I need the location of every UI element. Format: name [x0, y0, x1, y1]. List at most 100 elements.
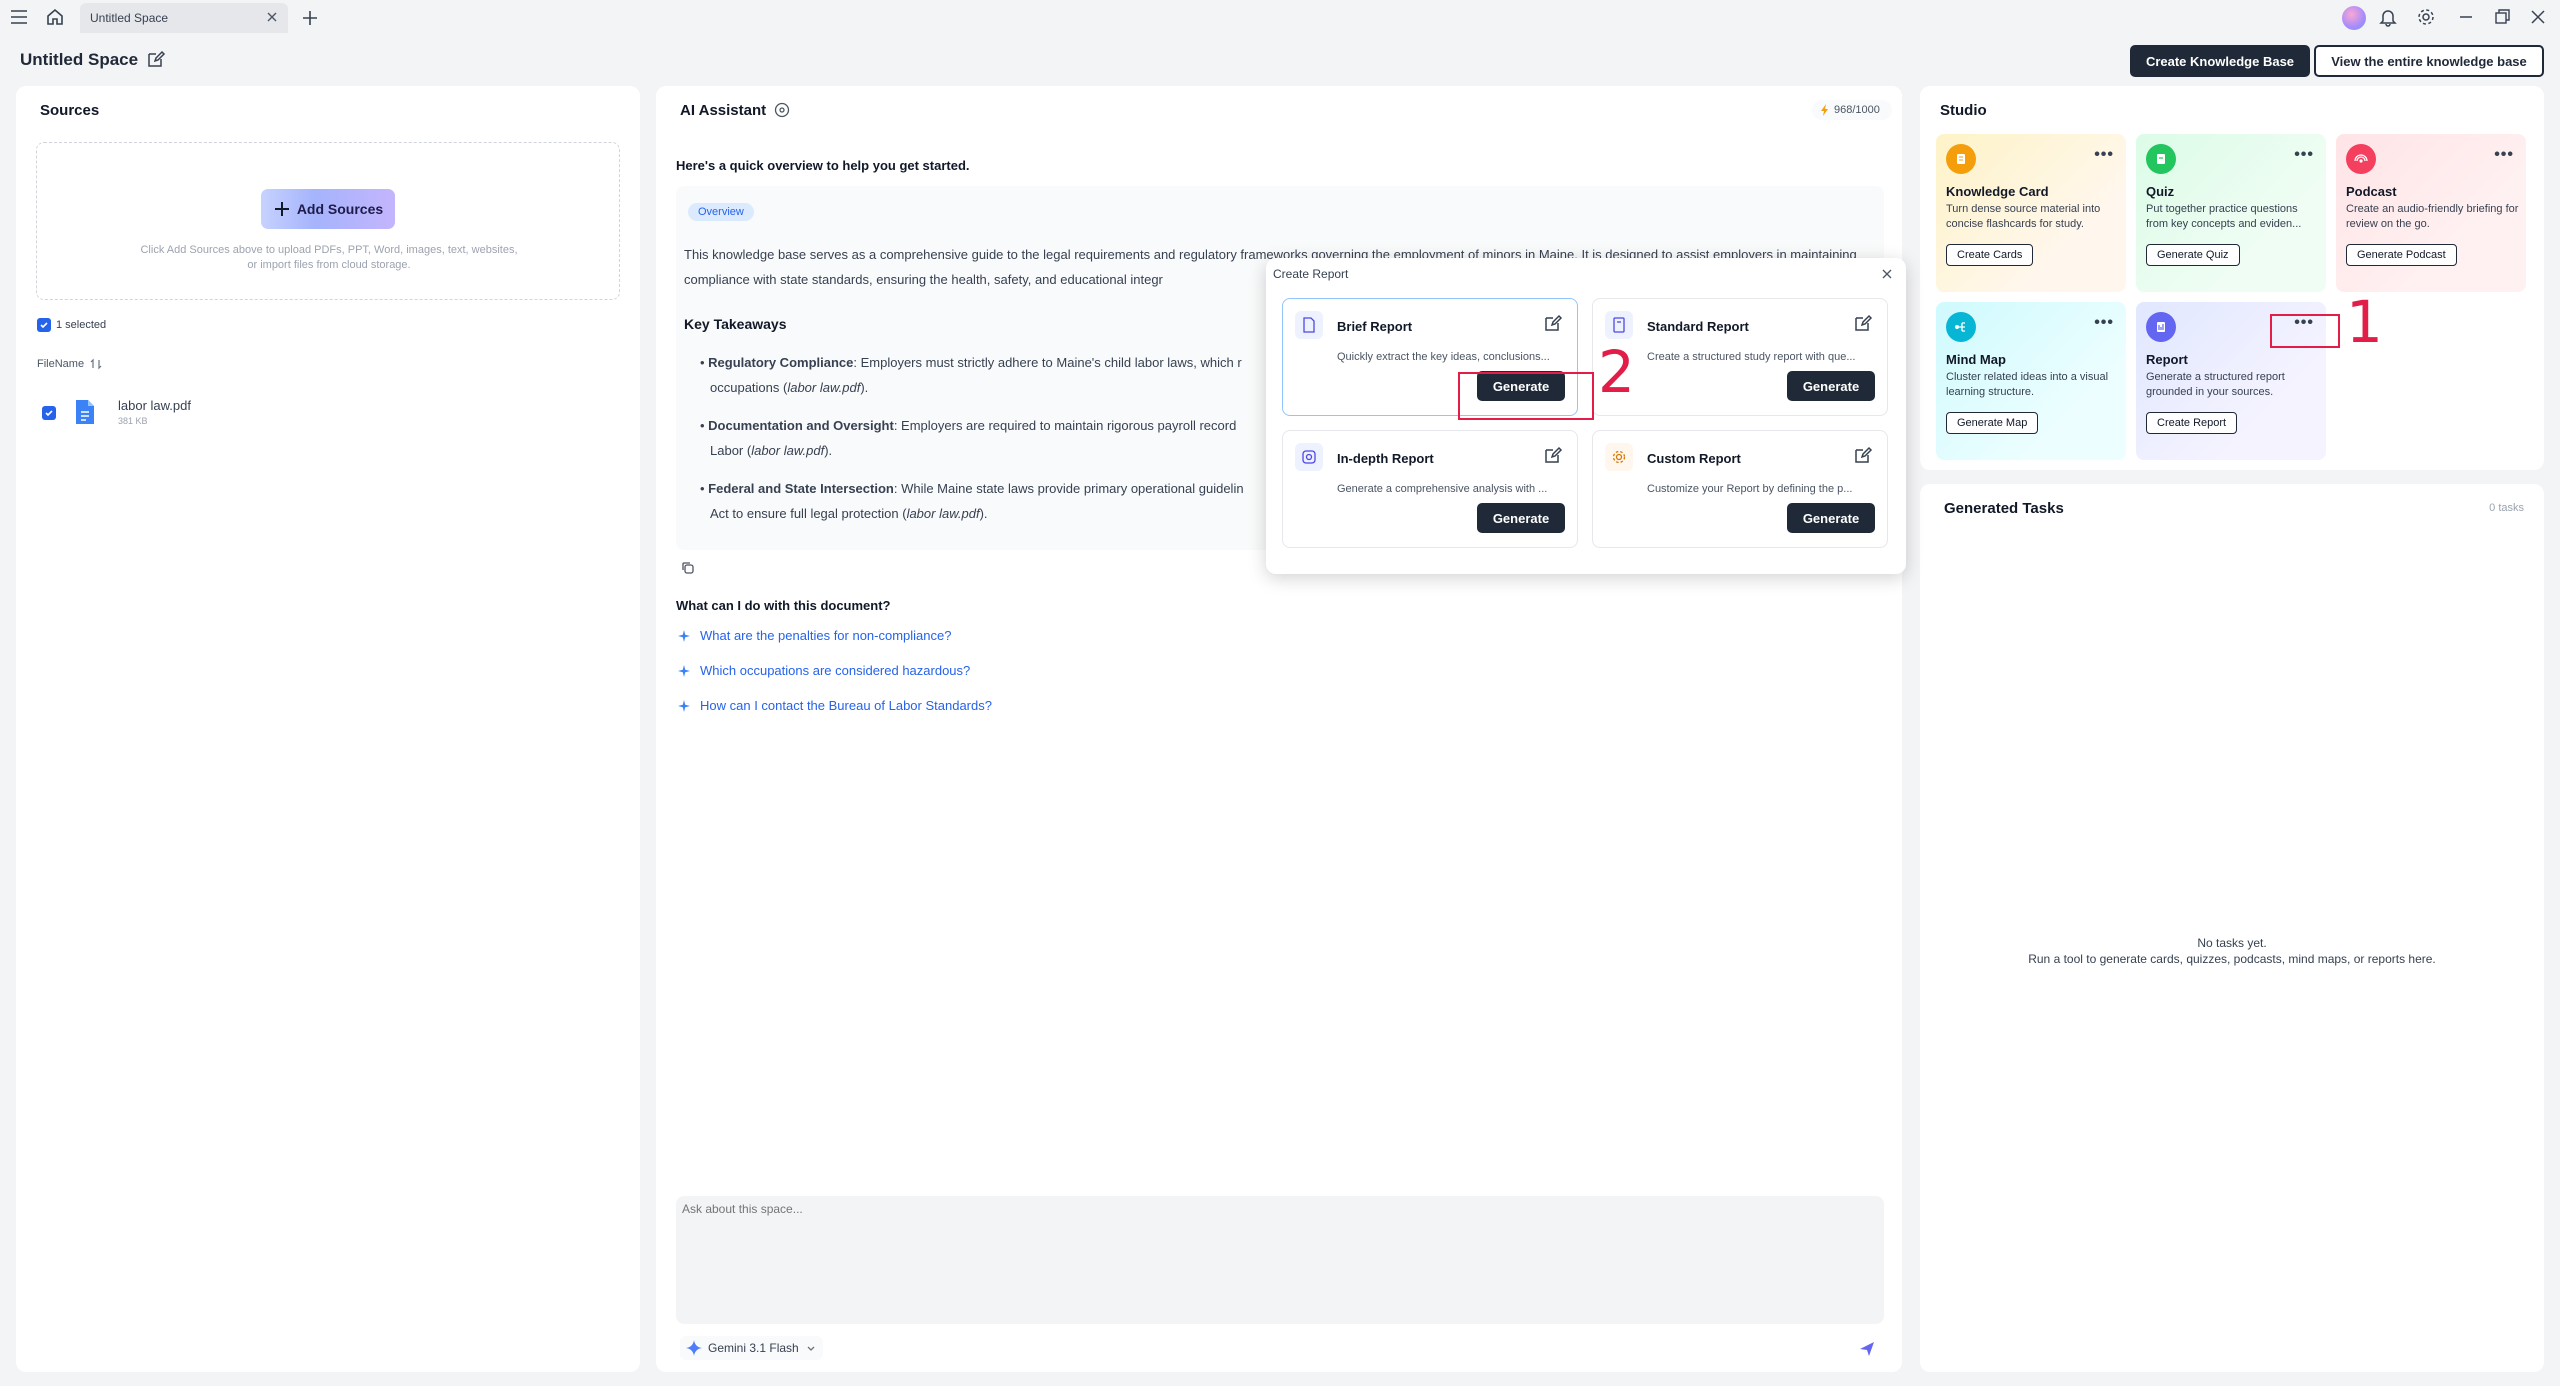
takeaway-line: occupations (	[710, 380, 788, 395]
chevron-down-icon	[805, 1342, 817, 1354]
studio-card-title: Podcast	[2346, 184, 2397, 199]
annotation-label-1: 1	[2346, 288, 2383, 356]
chat-input[interactable]	[682, 1202, 1872, 1282]
bell-icon[interactable]	[2378, 7, 2398, 27]
filename-label: FileName	[37, 358, 85, 370]
menu-icon[interactable]	[10, 9, 28, 25]
intro-text: Here's a quick overview to help you get …	[676, 158, 970, 173]
generate-button[interactable]: Generate	[1477, 503, 1565, 533]
copy-icon[interactable]	[680, 560, 696, 576]
report-icon	[2146, 312, 2176, 342]
sparkle-icon	[678, 629, 690, 642]
suggestion-text: How can I contact the Bureau of Labor St…	[700, 698, 992, 713]
credits-count: 968/1000	[1834, 104, 1880, 116]
generate-map-button[interactable]: Generate Map	[1946, 412, 2039, 434]
empty-hint: Run a tool to generate cards, quizzes, p…	[2028, 952, 2436, 966]
generate-podcast-button[interactable]: Generate Podcast	[2346, 244, 2457, 266]
list-item[interactable]: labor law.pdf 381 KB	[40, 394, 600, 434]
more-options-icon[interactable]: •••	[2294, 146, 2314, 164]
chat-input-box[interactable]	[676, 1196, 1884, 1324]
tab-untitled-space[interactable]: Untitled Space	[80, 3, 288, 33]
edit-title-icon[interactable]	[146, 49, 166, 69]
filename-column-header[interactable]: FileName	[37, 358, 102, 370]
view-knowledge-base-button[interactable]: View the entire knowledge base	[2314, 45, 2544, 77]
space-title: Untitled Space	[20, 50, 139, 69]
close-icon[interactable]	[264, 9, 280, 25]
report-option-title: In-depth Report	[1337, 451, 1434, 466]
studio-card-quiz[interactable]: ••• Quiz Put together practice questions…	[2136, 134, 2326, 292]
avatar[interactable]	[2342, 6, 2366, 30]
add-sources-button[interactable]: Add Sources	[261, 189, 395, 229]
file-name: labor law.pdf	[118, 398, 191, 413]
studio-card-mind-map[interactable]: ••• Mind Map Cluster related ideas into …	[1936, 302, 2126, 460]
studio-card-desc: Create an audio-friendly briefing for re…	[2346, 203, 2519, 230]
edit-icon[interactable]	[1853, 445, 1873, 465]
takeaway-source: labor law.pdf	[787, 380, 861, 395]
generated-tasks-panel: Generated Tasks 0 tasks No tasks yet. Ru…	[1920, 484, 2544, 1372]
minimize-icon[interactable]	[2456, 7, 2476, 27]
tab-label: Untitled Space	[90, 11, 169, 25]
gemini-icon	[686, 1340, 702, 1356]
more-options-icon[interactable]: •••	[2094, 146, 2114, 164]
annotation-box-1	[2270, 314, 2340, 348]
more-options-icon[interactable]: •••	[2494, 146, 2514, 164]
title-bar: Untitled Space	[0, 0, 2560, 36]
takeaway-label: Documentation and Oversight	[708, 418, 894, 433]
assistant-title: AI Assistant	[680, 102, 767, 119]
selected-count: 1 selected	[56, 319, 107, 331]
suggestion-item[interactable]: Which occupations are considered hazardo…	[678, 663, 970, 678]
studio-card-knowledge-card[interactable]: ••• Knowledge Card Turn dense source mat…	[1936, 134, 2126, 292]
model-selector[interactable]: Gemini 3.1 Flash	[680, 1336, 823, 1360]
studio-card-title: Quiz	[2146, 184, 2175, 199]
report-option-desc: Create a structured study report with qu…	[1647, 351, 1856, 363]
edit-icon[interactable]	[1543, 313, 1563, 333]
book-icon	[1605, 311, 1633, 339]
report-option-standard[interactable]: Standard Report Create a structured stud…	[1592, 298, 1888, 416]
file-doc-icon	[74, 398, 96, 426]
create-cards-button[interactable]: Create Cards	[1946, 244, 2034, 266]
gear-icon[interactable]	[2416, 7, 2436, 27]
report-option-custom[interactable]: Custom Report Customize your Report by d…	[1592, 430, 1888, 548]
takeaway-item: • Federal and State Intersection: While …	[700, 481, 1244, 521]
restore-icon[interactable]	[2492, 7, 2512, 27]
studio-card-title: Report	[2146, 352, 2188, 367]
report-option-title: Custom Report	[1647, 451, 1741, 466]
drop-zone[interactable]: Add Sources Click Add Sources above to u…	[36, 142, 620, 300]
home-icon[interactable]	[45, 7, 65, 27]
generate-button[interactable]: Generate	[1787, 503, 1875, 533]
studio-card-podcast[interactable]: ••• Podcast Create an audio-friendly bri…	[2336, 134, 2526, 292]
suggestion-item[interactable]: How can I contact the Bureau of Labor St…	[678, 698, 992, 713]
quiz-icon	[2146, 144, 2176, 174]
studio-card-desc: Generate a structured report grounded in…	[2146, 371, 2285, 398]
info-icon[interactable]	[774, 102, 790, 118]
annotation-label-2: 2	[1598, 338, 1635, 406]
generate-quiz-button[interactable]: Generate Quiz	[2146, 244, 2240, 266]
window-close-icon[interactable]	[2528, 7, 2548, 27]
sort-icon[interactable]	[90, 358, 102, 370]
file-size: 381 KB	[118, 416, 148, 426]
suggestion-item[interactable]: What are the penalties for non-complianc…	[678, 628, 951, 643]
select-all-checkbox[interactable]	[37, 318, 51, 332]
send-icon[interactable]	[1858, 1340, 1876, 1358]
analysis-icon	[1295, 443, 1323, 471]
annotation-box-2	[1458, 372, 1594, 420]
takeaway-text: : While Maine state laws provide primary…	[893, 481, 1244, 496]
overview-tag: Overview	[688, 203, 754, 221]
create-knowledge-base-button[interactable]: Create Knowledge Base	[2130, 45, 2310, 77]
select-all[interactable]: 1 selected	[37, 318, 106, 332]
file-checkbox[interactable]	[42, 406, 56, 420]
generate-button[interactable]: Generate	[1787, 371, 1875, 401]
edit-icon[interactable]	[1543, 445, 1563, 465]
takeaway-end: ).	[979, 506, 988, 521]
takeaway-text: : Employers must strictly adhere to Main…	[853, 355, 1242, 370]
new-tab-icon[interactable]	[300, 8, 320, 28]
drop-hint: Click Add Sources above to upload PDFs, …	[140, 244, 518, 271]
more-options-icon[interactable]: •••	[2094, 314, 2114, 332]
popup-close-icon[interactable]	[1880, 267, 1894, 281]
report-option-in-depth[interactable]: In-depth Report Generate a comprehensive…	[1282, 430, 1578, 548]
note-icon	[1946, 144, 1976, 174]
report-option-title: Brief Report	[1337, 319, 1413, 334]
create-report-button[interactable]: Create Report	[2146, 412, 2238, 434]
studio-card-desc: Cluster related ideas into a visual lear…	[1946, 371, 2109, 398]
edit-icon[interactable]	[1853, 313, 1873, 333]
